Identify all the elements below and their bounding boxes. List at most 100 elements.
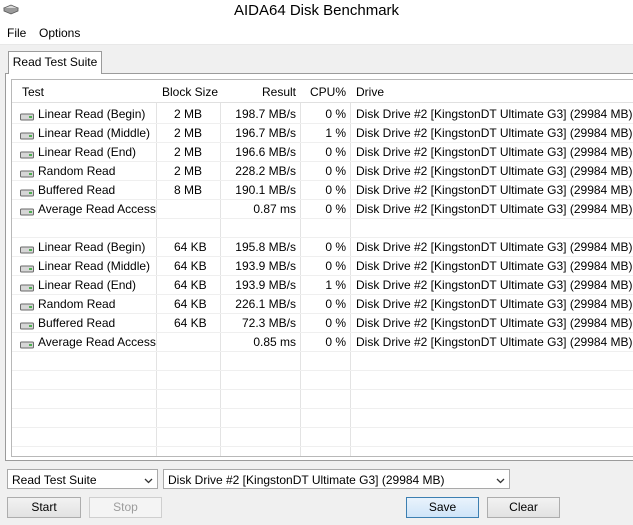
cell-result: 228.2 MB/s xyxy=(235,164,296,178)
cell-cpu: 0 % xyxy=(325,335,346,349)
column-header-drive[interactable]: Drive xyxy=(356,85,384,99)
cell-drive: Disk Drive #2 [KingstonDT Ultimate G3] (… xyxy=(356,316,633,330)
drive-icon xyxy=(20,300,34,314)
drive-icon xyxy=(20,110,34,124)
drive-icon xyxy=(20,338,34,352)
cell-cpu: 1 % xyxy=(325,126,346,140)
drive-icon xyxy=(20,129,34,143)
cell-test: Buffered Read xyxy=(38,183,116,197)
table-row[interactable]: Random Read 2 MB 228.2 MB/s 0 % Disk Drive #… xyxy=(12,161,633,181)
start-button[interactable]: Start xyxy=(7,497,81,518)
table-row[interactable] xyxy=(12,389,633,409)
cell-result: 196.7 MB/s xyxy=(235,126,296,140)
cell-block-size: 64 KB xyxy=(174,297,207,311)
cell-block-size: 2 MB xyxy=(174,145,203,159)
cell-block-size: 8 MB xyxy=(174,183,203,197)
drive-icon xyxy=(20,205,34,219)
chevron-down-icon xyxy=(496,474,505,488)
cell-drive: Disk Drive #2 [KingstonDT Ultimate G3] (… xyxy=(356,240,633,254)
cell-test: Linear Read (Begin) xyxy=(38,240,146,254)
cell-drive: Disk Drive #2 [KingstonDT Ultimate G3] (… xyxy=(356,202,633,216)
drive-icon xyxy=(20,186,34,200)
menu-options[interactable]: Options xyxy=(39,26,80,40)
cell-cpu: 0 % xyxy=(325,259,346,273)
cell-test: Linear Read (End) xyxy=(38,145,137,159)
cell-drive: Disk Drive #2 [KingstonDT Ultimate G3] (… xyxy=(356,259,633,273)
drive-icon xyxy=(20,148,34,162)
drive-icon xyxy=(20,243,34,257)
cell-result: 196.6 MB/s xyxy=(235,145,296,159)
cell-cpu: 0 % xyxy=(325,183,346,197)
table-row[interactable] xyxy=(12,218,633,238)
menu-file[interactable]: File xyxy=(7,26,26,40)
drive-icon xyxy=(20,319,34,333)
table-row[interactable] xyxy=(12,351,633,371)
cell-result: 198.7 MB/s xyxy=(235,107,296,121)
cell-cpu: 1 % xyxy=(325,278,346,292)
column-header-result[interactable]: Result xyxy=(262,85,296,99)
table-row[interactable] xyxy=(12,427,633,447)
cell-block-size: 64 KB xyxy=(174,316,207,330)
table-row[interactable]: Linear Read (End) 2 MB 196.6 MB/s 0 % Disk D… xyxy=(12,142,633,162)
column-header-block-size[interactable]: Block Size xyxy=(162,85,218,99)
cell-cpu: 0 % xyxy=(325,202,346,216)
table-row[interactable]: Average Read Access 0.85 ms 0 % Disk Drive … xyxy=(12,332,633,352)
save-button[interactable]: Save xyxy=(406,497,479,518)
cell-cpu: 0 % xyxy=(325,297,346,311)
cell-cpu: 0 % xyxy=(325,107,346,121)
cell-result: 193.9 MB/s xyxy=(235,278,296,292)
table-row[interactable]: Buffered Read 64 KB 72.3 MB/s 0 % Disk Drive… xyxy=(12,313,633,333)
drive-icon xyxy=(20,281,34,295)
column-header-test[interactable]: Test xyxy=(22,85,44,99)
cell-result: 193.9 MB/s xyxy=(235,259,296,273)
table-row[interactable] xyxy=(12,408,633,428)
table-row[interactable]: Linear Read (Middle) 64 KB 193.9 MB/s 0 % Di… xyxy=(12,256,633,276)
cell-drive: Disk Drive #2 [KingstonDT Ultimate G3] (… xyxy=(356,335,633,349)
stop-button[interactable]: Stop xyxy=(89,497,162,518)
table-row[interactable]: Linear Read (Middle) 2 MB 196.7 MB/s 1 % Dis… xyxy=(12,123,633,143)
cell-drive: Disk Drive #2 [KingstonDT Ultimate G3] (… xyxy=(356,183,633,197)
drive-icon xyxy=(20,167,34,181)
title-bar[interactable]: AIDA64 Disk Benchmark xyxy=(0,0,633,22)
table-row[interactable]: Random Read 64 KB 226.1 MB/s 0 % Disk Drive … xyxy=(12,294,633,314)
cell-result: 0.85 ms xyxy=(253,335,296,349)
cell-drive: Disk Drive #2 [KingstonDT Ultimate G3] (… xyxy=(356,126,633,140)
menu-bar: File Options xyxy=(0,22,633,45)
table-row[interactable]: Linear Read (Begin) 64 KB 195.8 MB/s 0 % Dis… xyxy=(12,237,633,257)
table-row[interactable]: Linear Read (Begin) 2 MB 198.7 MB/s 0 % Disk… xyxy=(12,104,633,124)
cell-result: 226.1 MB/s xyxy=(235,297,296,311)
cell-drive: Disk Drive #2 [KingstonDT Ultimate G3] (… xyxy=(356,107,633,121)
cell-test: Average Read Access xyxy=(38,335,156,349)
drive-select-value: Disk Drive #2 [KingstonDT Ultimate G3] (… xyxy=(168,473,445,487)
cell-cpu: 0 % xyxy=(325,240,346,254)
table-header: Test Block Size Result CPU% Drive xyxy=(12,80,633,103)
clear-button[interactable]: Clear xyxy=(487,497,560,518)
cell-drive: Disk Drive #2 [KingstonDT Ultimate G3] (… xyxy=(356,297,633,311)
cell-block-size: 64 KB xyxy=(174,240,207,254)
table-row[interactable] xyxy=(12,370,633,390)
suite-select[interactable]: Read Test Suite xyxy=(7,469,158,489)
cell-block-size: 64 KB xyxy=(174,278,207,292)
window-title: AIDA64 Disk Benchmark xyxy=(233,2,400,19)
cell-result: 195.8 MB/s xyxy=(235,240,296,254)
cell-block-size: 2 MB xyxy=(174,107,203,121)
chevron-down-icon xyxy=(144,474,153,488)
drive-icon xyxy=(20,262,34,276)
cell-drive: Disk Drive #2 [KingstonDT Ultimate G3] (… xyxy=(356,145,633,159)
cell-test: Linear Read (Middle) xyxy=(38,259,151,273)
cell-test: Random Read xyxy=(38,164,116,178)
drive-select[interactable]: Disk Drive #2 [KingstonDT Ultimate G3] (… xyxy=(163,469,510,489)
cell-test: Average Read Access xyxy=(38,202,156,216)
suite-select-value: Read Test Suite xyxy=(12,473,97,487)
cell-block-size: 64 KB xyxy=(174,259,207,273)
cell-cpu: 0 % xyxy=(325,145,346,159)
cell-cpu: 0 % xyxy=(325,316,346,330)
cell-block-size: 2 MB xyxy=(174,126,203,140)
cell-test: Buffered Read xyxy=(38,316,116,330)
column-header-cpu[interactable]: CPU% xyxy=(310,85,346,99)
table-row[interactable]: Linear Read (End) 64 KB 193.9 MB/s 1 % Disk … xyxy=(12,275,633,295)
table-row[interactable]: Average Read Access 0.87 ms 0 % Disk Drive … xyxy=(12,199,633,219)
results-table[interactable]: Test Block Size Result CPU% Drive Linear… xyxy=(11,79,633,457)
table-row[interactable]: Buffered Read 8 MB 190.1 MB/s 0 % Disk Drive… xyxy=(12,180,633,200)
tab-read-test-suite[interactable]: Read Test Suite xyxy=(8,51,102,74)
